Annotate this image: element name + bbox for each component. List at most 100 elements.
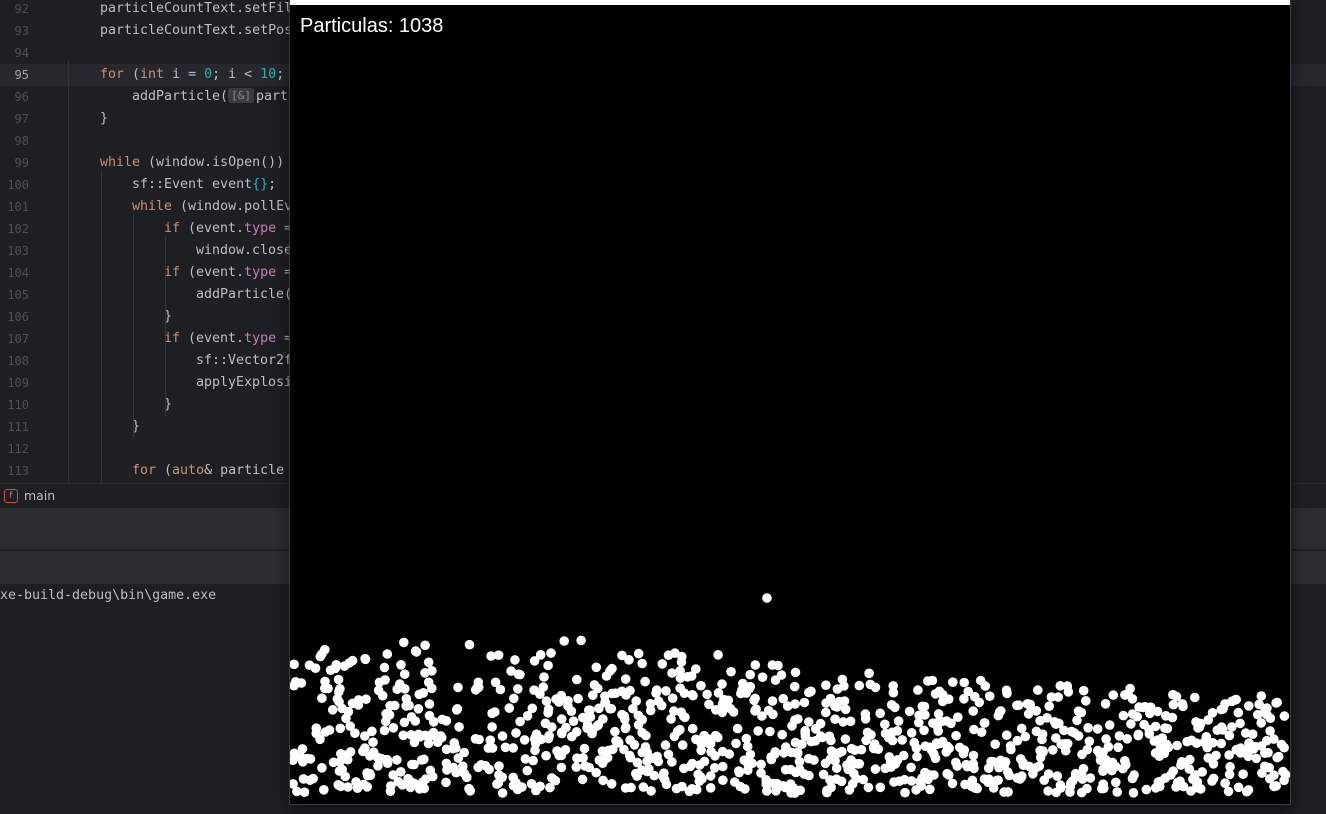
particle: [854, 680, 865, 691]
code-token: 10: [260, 67, 277, 82]
particle: [347, 655, 358, 666]
line-number: 108: [7, 354, 29, 368]
particle: [1100, 699, 1111, 709]
particle: [1191, 717, 1201, 727]
particle: [1248, 744, 1259, 754]
code-token: (event.: [180, 221, 245, 236]
code-token: (: [156, 463, 173, 478]
particle: [710, 751, 720, 761]
particle: [1048, 745, 1058, 755]
particle-count-label: Particulas: 1038: [300, 15, 444, 37]
particle: [1002, 688, 1012, 699]
particle: [620, 723, 631, 734]
particle: [678, 711, 689, 722]
particle: [724, 749, 735, 759]
code-token: while: [132, 199, 173, 214]
particle: [1177, 699, 1188, 709]
code-text: while (window.isOpen()): [100, 152, 284, 174]
particle: [492, 779, 502, 789]
particle: [1127, 773, 1138, 784]
particle: [545, 782, 555, 793]
particle: [396, 660, 406, 670]
particle: [713, 732, 723, 743]
particle: [768, 709, 778, 720]
code-text: while (window.pollEv: [132, 196, 292, 218]
particle: [1037, 729, 1048, 739]
code-text: applyExplosi: [196, 372, 292, 394]
particle: [401, 694, 412, 704]
particle: [676, 657, 687, 667]
particle: [418, 688, 429, 698]
particle: [347, 698, 358, 709]
particle: [335, 723, 346, 734]
particle: [753, 726, 763, 736]
particle: [628, 703, 638, 714]
particle: [563, 696, 573, 706]
particle: [919, 701, 930, 712]
particle: [1108, 690, 1119, 700]
particle: [1051, 733, 1061, 743]
particle: [653, 756, 664, 767]
particle: [906, 776, 917, 786]
particle: [1053, 692, 1063, 702]
particle: [1179, 757, 1189, 768]
particle: [765, 726, 775, 737]
particle: [840, 704, 851, 715]
particle: [423, 738, 434, 749]
particle: [626, 782, 636, 793]
particle: [968, 706, 978, 716]
particle: [1003, 787, 1013, 797]
particle: [785, 764, 796, 775]
particle: [1025, 699, 1035, 710]
particle: [317, 763, 327, 773]
function-icon: f: [4, 489, 18, 503]
particle-field[interactable]: [290, 0, 1290, 804]
breadcrumb-item-main[interactable]: main: [24, 484, 55, 508]
code-token: type: [244, 221, 277, 236]
particle: [1172, 740, 1182, 751]
particle: [606, 779, 617, 789]
particle: [702, 689, 712, 700]
particle: [870, 764, 881, 774]
particle: [497, 731, 508, 741]
particle: [340, 771, 351, 782]
particle: [980, 681, 991, 691]
particle: [317, 693, 327, 703]
game-window[interactable]: Particulas: 1038: [290, 0, 1290, 804]
particle: [804, 770, 814, 781]
particle: [677, 740, 688, 750]
line-number: 97: [14, 112, 29, 126]
particle: [556, 762, 567, 773]
particle: [1225, 762, 1235, 772]
particle: [919, 725, 929, 736]
particle: [1188, 774, 1198, 784]
particle: [423, 657, 434, 668]
particle: [1033, 685, 1043, 695]
particle: [365, 770, 376, 781]
particle: [1161, 739, 1172, 750]
particle: [392, 755, 402, 765]
particle: [968, 759, 979, 769]
particle: [761, 775, 771, 785]
code-token: if: [164, 265, 181, 280]
particle: [423, 677, 434, 688]
particle: [319, 785, 329, 795]
particle: [453, 753, 464, 763]
particle: [642, 747, 652, 758]
particle: [515, 669, 525, 680]
particle: [838, 717, 848, 727]
particle: [675, 666, 685, 676]
particle: [1120, 690, 1130, 700]
line-number: 99: [14, 156, 29, 170]
particle: [420, 640, 430, 651]
particle: [451, 767, 461, 778]
particle: [967, 775, 978, 786]
particle: [825, 693, 836, 704]
particle: [637, 658, 647, 669]
particle: [667, 693, 678, 703]
particle: [822, 785, 832, 796]
particle: [547, 773, 557, 783]
code-token: i =: [164, 67, 205, 82]
particle: [587, 728, 597, 739]
code-token: int: [140, 67, 165, 82]
